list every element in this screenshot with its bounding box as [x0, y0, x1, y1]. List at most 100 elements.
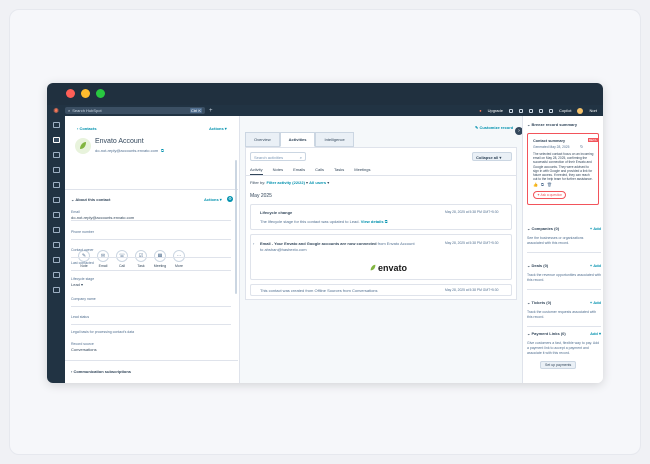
close-window-button[interactable]: [66, 89, 75, 98]
automation-icon[interactable]: [52, 227, 60, 233]
expand-email-icon[interactable]: ›: [253, 241, 254, 246]
field-lifecycle-stage[interactable]: Lifecycle stage Lead ▾: [71, 277, 231, 287]
copilot-button[interactable]: Copilot: [559, 108, 571, 113]
field-record-source[interactable]: Record source Conversations: [71, 342, 231, 352]
set-up-payments-button[interactable]: Set up payments: [540, 361, 577, 369]
envato-leaf-icon: [80, 142, 86, 149]
activity-subtabs: Activity Notes Emails Calls Tasks Meetin…: [250, 167, 371, 175]
trash-icon[interactable]: 🗑: [547, 182, 552, 187]
activity-created-card[interactable]: This contact was created from Offline So…: [250, 284, 512, 296]
tab-activities[interactable]: Activities: [279, 132, 316, 147]
window-titlebar: [47, 83, 603, 105]
marketing-icon[interactable]: [52, 152, 60, 158]
breeze-summary-toggle[interactable]: ⌄ Breeze record summary: [527, 122, 577, 127]
month-heading: May 2025: [250, 193, 272, 199]
subtab-activity[interactable]: Activity: [250, 167, 263, 175]
field-legal-basis[interactable]: Legal basis for processing contact's dat…: [71, 330, 231, 334]
payment-links-section: ⌄ Payment Links (0) Add ▾ Give customers …: [527, 331, 601, 355]
divider: [65, 189, 238, 190]
add-company-button[interactable]: + Add: [590, 226, 601, 231]
refresh-icon[interactable]: ↻: [580, 144, 583, 149]
contact-avatar: [75, 138, 91, 154]
companies-section: ⌄ Companies (0) + Add See the businesses …: [527, 226, 601, 253]
view-details-link[interactable]: View details: [361, 219, 384, 224]
subtab-tasks[interactable]: Tasks: [334, 167, 344, 175]
tickets-section: ⌄ Tickets (0) + Add Track the customer re…: [527, 300, 601, 327]
contact-summary-card: Contact summary BETA Generated May 28, 2…: [527, 133, 599, 205]
subtab-emails[interactable]: Emails: [293, 167, 305, 175]
subtab-notes[interactable]: Notes: [273, 167, 283, 175]
scrollbar[interactable]: [235, 160, 237, 294]
envato-leaf-icon: [370, 264, 376, 271]
contact-name: Envato Account: [95, 138, 144, 145]
field-email[interactable]: Email do-not-reply@accounts.envato.com: [71, 210, 231, 221]
bookmarks-icon[interactable]: [52, 122, 60, 128]
about-section-toggle[interactable]: ⌄ About this contact: [71, 197, 110, 202]
subscriptions-section-toggle[interactable]: › Communication subscriptions: [71, 369, 131, 374]
search-activities-input[interactable]: Search activities ⌕: [250, 152, 306, 161]
contact-email: do-not-reply@accounts.envato.com: [95, 148, 159, 153]
ask-question-button[interactable]: ✦ Ask a question: [533, 191, 567, 199]
activity-area: ✎ Customize record › Overview Activities…: [240, 116, 523, 383]
maximize-window-button[interactable]: [96, 89, 105, 98]
filter-activity-dropdown[interactable]: Filter activity (22/22): [266, 180, 304, 185]
field-last-contacted[interactable]: Last contacted: [71, 261, 231, 271]
about-actions-button[interactable]: Actions ▾: [204, 197, 222, 202]
thumbs-up-icon[interactable]: 👍: [533, 182, 538, 187]
user-avatar[interactable]: [577, 107, 584, 114]
settings-gear-icon[interactable]: ⚙: [227, 196, 233, 202]
subtab-calls[interactable]: Calls: [315, 167, 324, 175]
activity-lifecycle-card[interactable]: Lifecycle change May 28, 2025 at 5:38 PM…: [250, 204, 512, 230]
hubspot-logo-icon[interactable]: ✺: [47, 107, 65, 115]
tab-overview[interactable]: Overview: [245, 132, 280, 147]
minimize-window-button[interactable]: [81, 89, 90, 98]
create-plus-icon[interactable]: +: [209, 108, 213, 114]
search-icon: ⌕: [299, 155, 302, 160]
data-icon[interactable]: [52, 257, 60, 263]
settings-icon[interactable]: [538, 108, 543, 113]
field-company-name[interactable]: Company name: [71, 297, 231, 307]
envato-logo: envato: [369, 263, 407, 273]
service-icon[interactable]: [52, 212, 60, 218]
marketplace-icon[interactable]: [518, 108, 523, 113]
add-payment-link-button[interactable]: Add ▾: [590, 331, 601, 336]
help-icon[interactable]: [528, 108, 533, 113]
divider: [245, 175, 517, 176]
tab-intelligence[interactable]: Intelligence: [315, 132, 354, 147]
account-name[interactable]: Nort: [589, 108, 597, 113]
beta-badge: BETA: [588, 138, 598, 142]
filter-users-dropdown[interactable]: All users: [309, 180, 326, 185]
back-to-contacts-link[interactable]: ‹ Contacts: [77, 126, 97, 131]
global-search-input[interactable]: ⌕ Search HubSpot Ctrl K: [65, 107, 205, 114]
field-lead-status[interactable]: Lead status: [71, 315, 231, 325]
upgrade-link[interactable]: Upgrade: [488, 108, 503, 113]
subtab-meetings[interactable]: Meetings: [354, 167, 370, 175]
collapse-all-button[interactable]: Collapse all ▾: [472, 152, 512, 161]
top-navigation: ✺ ⌕ Search HubSpot Ctrl K + ● Upgrade Co…: [47, 105, 603, 116]
filter-row: Filter by: Filter activity (22/22) ▾ All…: [250, 180, 330, 185]
calling-icon[interactable]: [508, 108, 513, 113]
dropdown-caret-icon: ▾: [81, 282, 84, 287]
add-deal-button[interactable]: + Add: [590, 263, 601, 268]
notifications-icon[interactable]: [548, 108, 553, 113]
field-contact-owner[interactable]: Contact owner: [71, 248, 231, 258]
deals-section: ⌄ Deals (0) + Add Track the revenue oppor…: [527, 263, 601, 290]
customize-record-link[interactable]: ✎ Customize record: [475, 125, 513, 130]
field-phone[interactable]: Phone number: [71, 230, 231, 240]
library-icon[interactable]: [52, 272, 60, 278]
commerce-icon[interactable]: [52, 197, 60, 203]
copy-icon[interactable]: ⧉: [541, 182, 544, 187]
sidebar-navigation: [47, 116, 65, 383]
copy-email-icon[interactable]: ⧉: [161, 148, 164, 153]
shortcut-badge: Ctrl K: [190, 108, 202, 113]
search-icon: ⌕: [68, 108, 71, 113]
sales-icon[interactable]: [52, 182, 60, 188]
activity-email-card[interactable]: › Email - Your Envato and Google account…: [250, 234, 512, 280]
apps-icon[interactable]: [52, 287, 60, 293]
add-ticket-button[interactable]: + Add: [590, 300, 601, 305]
crm-icon[interactable]: [52, 137, 60, 143]
content-icon[interactable]: [52, 167, 60, 173]
contact-actions-button[interactable]: Actions ▾: [209, 126, 227, 131]
reporting-icon[interactable]: [52, 242, 60, 248]
external-link-icon: ⧉: [384, 219, 388, 224]
